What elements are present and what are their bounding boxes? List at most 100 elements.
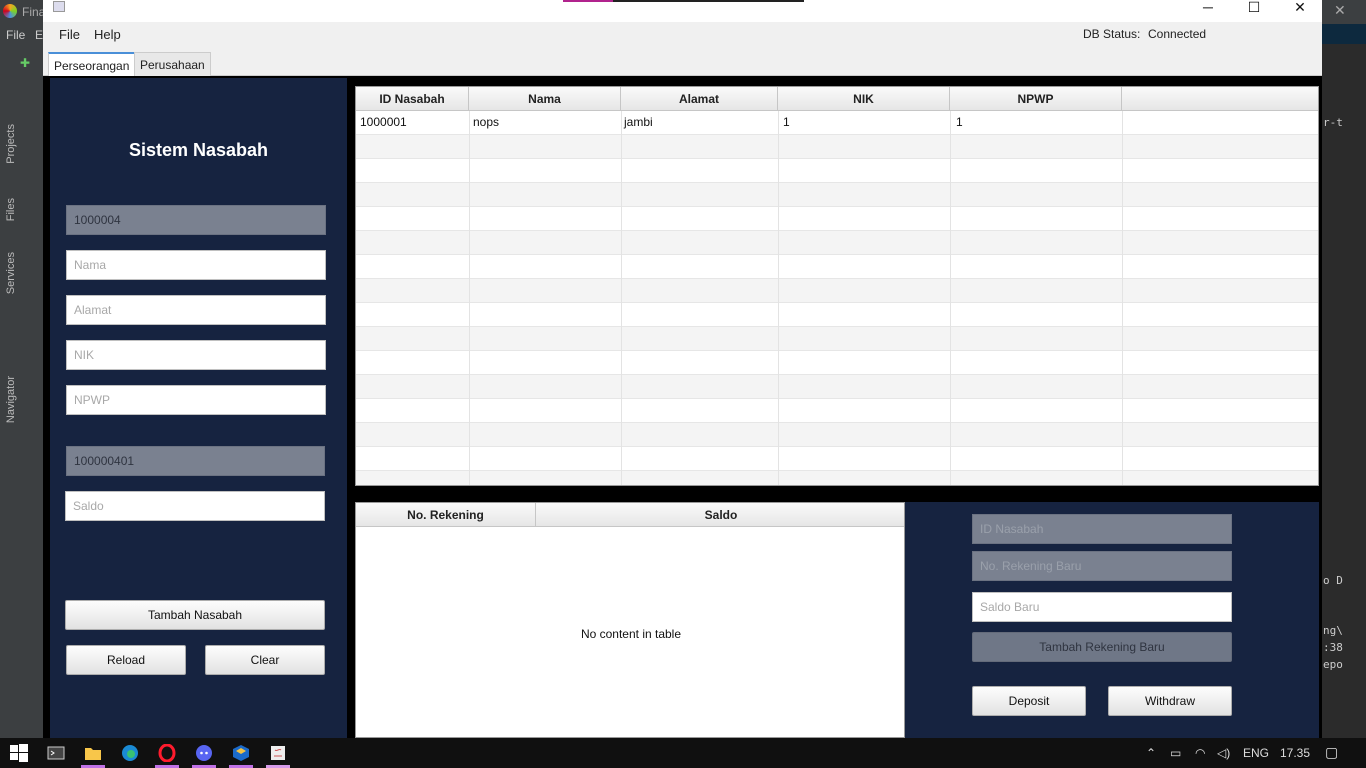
nasabah-table[interactable]: ID Nasabah Nama Alamat NIK NPWP 1000001 … (355, 86, 1319, 486)
java-app-icon[interactable] (269, 744, 287, 762)
column-header[interactable]: NIK (778, 87, 950, 111)
alamat-input[interactable]: Alamat (66, 295, 326, 325)
rekening-table[interactable]: No. Rekening Saldo No content in table (355, 502, 905, 738)
table-row-empty (356, 399, 1318, 423)
table-row-empty (356, 471, 1318, 485)
ide-output-panel: r-t o D ng\ :38 epo (1322, 24, 1366, 738)
withdraw-button[interactable]: Withdraw (1108, 686, 1232, 716)
tab-perusahaan[interactable]: Perusahaan (134, 52, 211, 76)
table-row[interactable]: 1000001 nops jambi 1 1 (356, 111, 1318, 135)
column-header[interactable]: NPWP (950, 87, 1122, 111)
nasabah-form-panel: Sistem Nasabah 1000004 Nama Alamat NIK N… (50, 78, 347, 738)
output-line: epo (1323, 658, 1343, 671)
cell-id: 1000001 (360, 115, 407, 129)
table-row-empty (356, 423, 1318, 447)
ide-tab-files[interactable]: Files (5, 198, 17, 221)
menu-file[interactable]: File (59, 27, 80, 42)
clock[interactable]: 17.35 (1280, 746, 1310, 760)
netbeans-icon[interactable] (232, 744, 250, 762)
column-header[interactable]: Nama (469, 87, 621, 111)
db-status-value: Connected (1148, 27, 1207, 41)
ide-close-icon[interactable]: ✕ (1334, 2, 1346, 19)
battery-icon[interactable]: ▭ (1170, 746, 1181, 760)
terminal-icon[interactable] (47, 744, 65, 762)
new-project-icon[interactable]: ✚ (20, 56, 40, 76)
table-row-empty (356, 207, 1318, 231)
volume-icon[interactable]: ◁) (1217, 746, 1230, 760)
ide-tab-navigator[interactable]: Navigator (5, 376, 17, 423)
table-row-empty (356, 183, 1318, 207)
table-row-empty (356, 351, 1318, 375)
nama-input[interactable]: Nama (66, 250, 326, 280)
title-accent (563, 0, 613, 2)
tambah-nasabah-button[interactable]: Tambah Nasabah (65, 600, 325, 630)
close-icon[interactable]: ✕ (1277, 0, 1323, 22)
output-line: ng\ (1323, 624, 1343, 637)
ide-side-panel: ✚ Projects Files Services Navigator (0, 46, 44, 738)
ide-menubar: File E (0, 24, 44, 46)
windows-start-icon[interactable] (10, 744, 28, 762)
table-row-empty (356, 375, 1318, 399)
tab-perseorangan[interactable]: Perseorangan (48, 52, 136, 76)
notification-icon[interactable]: ▢ (1325, 744, 1338, 761)
column-divider (1122, 111, 1123, 485)
tab-content: Sistem Nasabah 1000004 Nama Alamat NIK N… (43, 76, 1322, 738)
title-accent (613, 0, 804, 2)
db-status-label: DB Status: (1083, 27, 1141, 41)
deposit-button[interactable]: Deposit (972, 686, 1086, 716)
table-row-empty (356, 231, 1318, 255)
npwp-input[interactable]: NPWP (66, 385, 326, 415)
table-row-empty (356, 255, 1318, 279)
cell-nik: 1 (783, 115, 790, 129)
language-indicator[interactable]: ENG (1243, 746, 1269, 760)
ide-output-header (1322, 24, 1366, 44)
empty-table-message: No content in table (580, 627, 682, 641)
column-divider (469, 111, 470, 485)
clear-button[interactable]: Clear (205, 645, 325, 675)
file-explorer-icon[interactable] (84, 744, 102, 762)
ide-tab-services[interactable]: Services (5, 252, 17, 294)
ide-menu-edit[interactable]: E (35, 28, 43, 42)
menu-help[interactable]: Help (94, 27, 121, 42)
cell-nama: nops (473, 115, 500, 129)
reload-button[interactable]: Reload (66, 645, 186, 675)
table-row-empty (356, 279, 1318, 303)
table-row-empty (356, 447, 1318, 471)
nik-input[interactable]: NIK (66, 340, 326, 370)
column-header[interactable]: No. Rekening (356, 503, 536, 527)
column-header[interactable]: Alamat (621, 87, 778, 111)
no-rekening-baru-field: No. Rekening Baru (972, 551, 1232, 581)
ide-title: Fina (22, 5, 46, 19)
rekening-form-panel: ID Nasabah No. Rekening Baru Saldo Baru … (905, 502, 1319, 738)
window-app-icon (53, 1, 65, 12)
tab-bar: Perseorangan Perusahaan (43, 48, 1322, 76)
column-header[interactable]: Saldo (536, 503, 904, 527)
saldo-baru-input[interactable]: Saldo Baru (972, 592, 1232, 622)
no-rekening-field: 100000401 (66, 446, 325, 476)
tambah-rekening-button[interactable]: Tambah Rekening Baru (972, 632, 1232, 662)
chevron-up-icon[interactable]: ⌃ (1146, 746, 1156, 760)
window-titlebar: ─ ☐ ✕ (43, 0, 1322, 22)
edge-icon[interactable] (121, 744, 139, 762)
maximize-icon[interactable]: ☐ (1231, 0, 1277, 22)
table-row-empty (356, 303, 1318, 327)
id-nasabah-field: 1000004 (66, 205, 326, 235)
column-header[interactable]: ID Nasabah (356, 87, 469, 111)
minimize-icon[interactable]: ─ (1185, 0, 1231, 22)
menubar: File Help DB Status: Connected (43, 22, 1322, 48)
wifi-icon[interactable]: ◠ (1195, 746, 1205, 760)
ide-logo-icon (3, 4, 17, 18)
ide-menu-file[interactable]: File (6, 28, 25, 42)
column-divider (950, 111, 951, 485)
id-nasabah-account-field: ID Nasabah (972, 514, 1232, 544)
column-divider (778, 111, 779, 485)
saldo-input[interactable]: Saldo (65, 491, 325, 521)
ide-tab-projects[interactable]: Projects (5, 124, 17, 164)
taskbar: ⌃ ▭ ◠ ◁) ENG 17.35 ▢ (0, 738, 1366, 768)
table-row-empty (356, 159, 1318, 183)
opera-icon[interactable] (158, 744, 176, 762)
page-title: Sistem Nasabah (128, 140, 269, 160)
output-line: :38 (1323, 641, 1343, 654)
discord-icon[interactable] (195, 744, 213, 762)
output-line: r-t (1323, 116, 1343, 129)
